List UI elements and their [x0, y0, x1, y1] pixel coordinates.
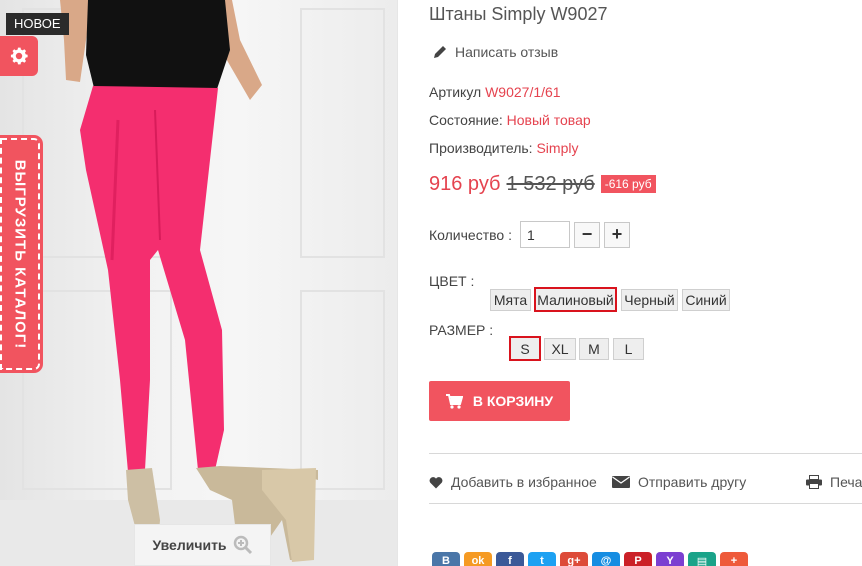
zoom-in-icon [233, 535, 252, 555]
twitter-icon[interactable]: t [528, 552, 556, 566]
vk-icon[interactable]: B [432, 552, 460, 566]
color-label: ЦВЕТ : [429, 273, 475, 289]
quantity-stepper: Количество : − + [429, 221, 630, 248]
quantity-input[interactable] [519, 221, 570, 248]
pinterest-icon[interactable]: P [624, 552, 652, 566]
color-option-mint[interactable]: Мята [490, 289, 531, 311]
facebook-icon[interactable]: f [496, 552, 524, 566]
product-title: Штаны Simply W9027 [429, 4, 608, 24]
old-price: 1 532 руб [506, 173, 595, 195]
write-review-label: Написать отзыв [455, 44, 559, 60]
pencil-icon [434, 46, 446, 58]
printer-icon [806, 475, 822, 489]
yahoo-icon[interactable]: Y [656, 552, 684, 566]
zoom-label: Увеличить [152, 537, 227, 553]
zoom-button[interactable]: Увеличить [134, 524, 271, 566]
manufacturer-link[interactable]: Simply [536, 140, 578, 156]
size-option-m[interactable]: M [579, 338, 609, 360]
sku-value: W9027/1/61 [485, 84, 561, 100]
odnoklassniki-icon[interactable]: ok [464, 552, 492, 566]
mailru-icon[interactable]: @ [592, 552, 620, 566]
send-to-friend-link[interactable]: Отправить другу [612, 474, 746, 490]
size-option-l[interactable]: L [613, 338, 644, 360]
social-share-bar: Bok f t g+ @ P Y ▤ + [432, 552, 748, 566]
add-to-cart-label: В КОРЗИНУ [472, 393, 554, 409]
export-catalog-label: ВЫГРУЗИТЬ КАТАЛОГ! [11, 159, 29, 349]
model-figure [60, 0, 318, 566]
color-option-blue[interactable]: Синий [682, 289, 730, 311]
quantity-decrease-button[interactable]: − [573, 221, 600, 248]
size-label: РАЗМЕР : [429, 322, 494, 338]
sku-label: Артикул [429, 84, 482, 100]
gear-icon [10, 47, 28, 65]
export-catalog-tab[interactable]: ВЫГРУЗИТЬ КАТАЛОГ! [0, 135, 43, 373]
price-block: 916 руб 1 532 руб -616 руб [429, 173, 656, 196]
product-image[interactable]: НОВОЕ ВЫГРУЗИТЬ КАТАЛОГ! Увеличить [0, 0, 398, 566]
size-option-s[interactable]: S [509, 336, 541, 361]
print-label: Печать [830, 474, 862, 490]
condition-row: Состояние: Новый товар [429, 112, 591, 128]
quantity-increase-button[interactable]: + [603, 221, 630, 248]
sku-row: Артикул W9027/1/61 [429, 84, 561, 100]
current-price: 916 руб [429, 173, 501, 195]
google-plus-icon[interactable]: g+ [560, 552, 588, 566]
manufacturer-row: Производитель: Simply [429, 140, 578, 156]
size-option-xl[interactable]: XL [544, 338, 576, 360]
manufacturer-label: Производитель: [429, 140, 533, 156]
color-option-raspberry[interactable]: Малиновый [534, 287, 617, 312]
condition-value: Новый товар [506, 112, 591, 128]
more-share-icon[interactable]: + [720, 552, 748, 566]
heart-icon [429, 476, 443, 488]
print-link[interactable]: Печать [806, 474, 862, 490]
add-to-wishlist-link[interactable]: Добавить в избранное [429, 474, 597, 490]
quantity-label: Количество : [429, 226, 512, 243]
condition-label: Состояние: [429, 112, 503, 128]
settings-button[interactable] [0, 36, 38, 76]
add-to-wishlist-label: Добавить в избранное [451, 474, 597, 490]
envelope-icon [612, 476, 630, 488]
cart-icon [445, 393, 463, 409]
write-review-link[interactable]: Написать отзыв [433, 44, 558, 60]
add-to-cart-button[interactable]: В КОРЗИНУ [429, 381, 570, 421]
new-badge: НОВОЕ [6, 13, 69, 35]
print-share-icon[interactable]: ▤ [688, 552, 716, 566]
color-option-black[interactable]: Черный [621, 289, 678, 311]
discount-badge: -616 руб [600, 175, 656, 193]
send-to-friend-label: Отправить другу [638, 474, 747, 490]
divider [429, 453, 862, 454]
divider [429, 503, 862, 504]
